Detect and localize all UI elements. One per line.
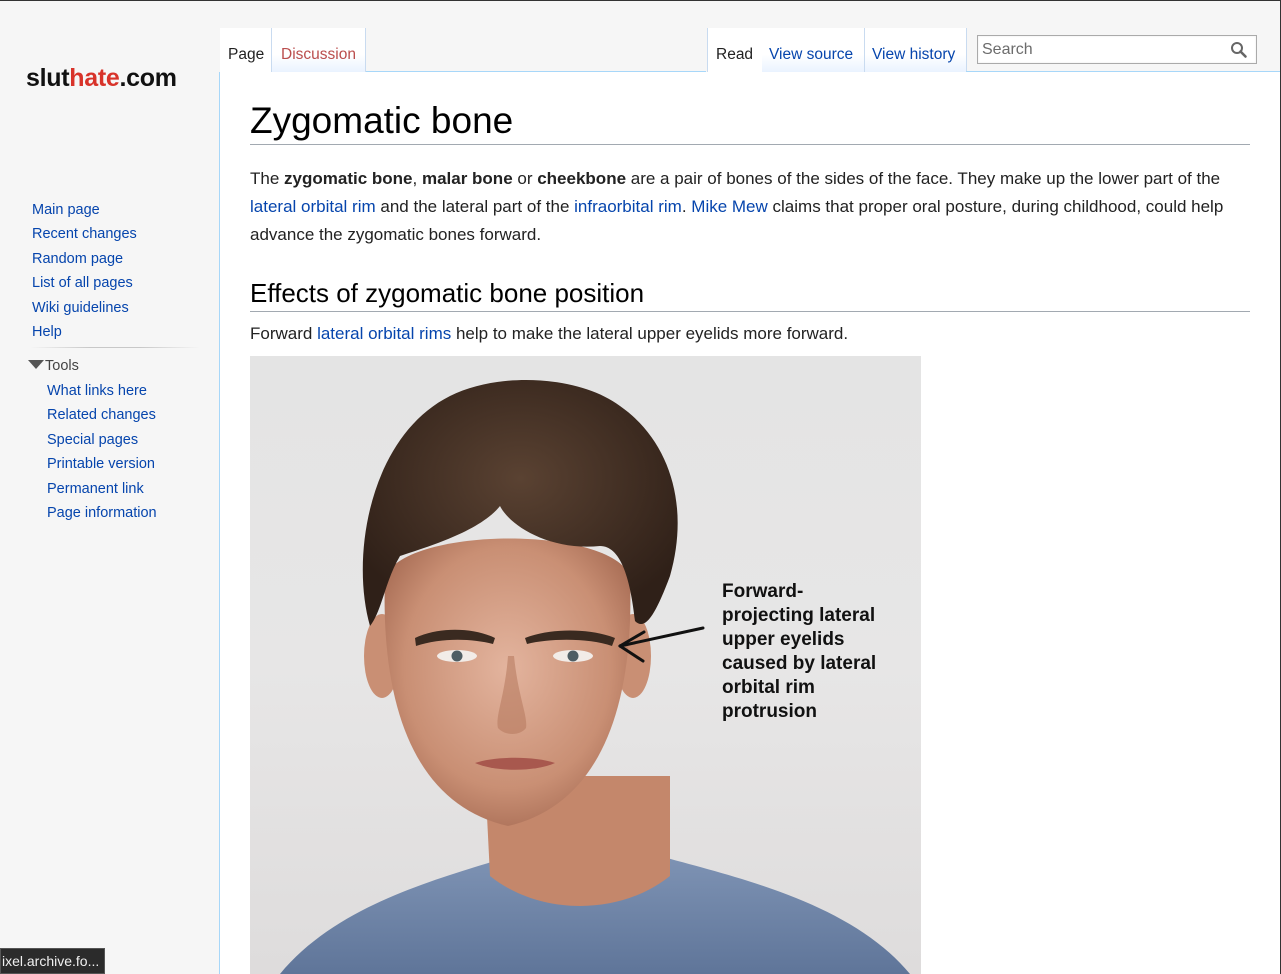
sidebar-item-recent-changes[interactable]: Recent changes <box>32 222 137 246</box>
tab-page[interactable]: Page <box>220 28 272 72</box>
annotation-line: upper eyelids <box>722 629 845 650</box>
bold-term: malar bone <box>421 169 513 188</box>
site-logo[interactable]: sluthate.com <box>26 64 177 93</box>
link-lateral-orbital-rim[interactable]: lateral orbital rim <box>250 197 376 216</box>
text: . <box>681 197 692 216</box>
tab-read-label: Read <box>716 45 754 63</box>
tools-item-what-links-here[interactable]: What links here <box>47 379 157 403</box>
tools-item-special-pages[interactable]: Special pages <box>47 428 157 452</box>
browser-status-bar: ixel.archive.fo... <box>0 948 105 974</box>
link-infraorbital-rim[interactable]: infraorbital rim <box>574 197 682 216</box>
bold-term: zygomatic bone <box>284 169 413 188</box>
text: and the lateral part of the <box>375 197 575 216</box>
search-icon[interactable] <box>1230 41 1248 59</box>
tools-item-permanent-link[interactable]: Permanent link <box>47 477 157 501</box>
tools-item-page-information[interactable]: Page information <box>47 501 157 525</box>
text: Forward <box>250 324 318 343</box>
text: , <box>412 169 422 188</box>
search-input[interactable] <box>978 36 1222 63</box>
logo-part-2: hate <box>69 64 120 92</box>
intro-paragraph: The zygomatic bone, malar bone or cheekb… <box>250 165 1255 249</box>
bold-term: cheekbone <box>537 169 627 188</box>
sidebar-item-random-page[interactable]: Random page <box>32 247 137 271</box>
sidebar-divider <box>30 347 200 348</box>
tools-item-printable-version[interactable]: Printable version <box>47 452 157 476</box>
logo-part-1: slut <box>26 64 70 92</box>
section-heading: Effects of zygomatic bone position <box>250 276 1250 312</box>
text: or <box>512 169 538 188</box>
annotation-line: caused by lateral <box>722 653 877 674</box>
sidebar-item-wiki-guidelines[interactable]: Wiki guidelines <box>32 296 137 320</box>
section-paragraph: Forward lateral orbital rims help to mak… <box>250 320 1255 348</box>
annotation-line: Forward- <box>722 581 804 602</box>
image-annotation-label: Forward- projecting lateral upper eyelid… <box>722 580 912 724</box>
link-mike-mew[interactable]: Mike Mew <box>691 197 768 216</box>
tab-view-history-label: View history <box>872 45 956 63</box>
annotation-line: orbital rim <box>722 677 815 698</box>
annotation-line: protrusion <box>722 701 817 722</box>
tools-item-related-changes[interactable]: Related changes <box>47 403 157 427</box>
text: The <box>250 169 285 188</box>
tab-read[interactable]: Read <box>707 28 763 72</box>
sidebar-navigation: Main page Recent changes Random page Lis… <box>32 198 137 344</box>
main-content: Zygomatic bone The zygomatic bone, malar… <box>219 72 1280 974</box>
article-image[interactable]: Forward- projecting lateral upper eyelid… <box>250 356 921 974</box>
sidebar-tools: What links here Related changes Special … <box>47 379 157 525</box>
sidebar-item-list-of-all-pages[interactable]: List of all pages <box>32 271 137 295</box>
tab-page-label: Page <box>228 45 265 63</box>
tools-heading: Tools <box>45 358 79 374</box>
annotation-line: projecting lateral <box>722 605 876 626</box>
tools-toggle[interactable]: Tools <box>28 358 79 374</box>
sidebar-item-help[interactable]: Help <box>32 320 137 344</box>
tab-discussion[interactable]: Discussion <box>272 28 366 72</box>
link-lateral-orbital-rims[interactable]: lateral orbital rims <box>317 324 451 343</box>
text: help to make the lateral upper eyelids m… <box>451 324 849 343</box>
search-box <box>977 35 1257 64</box>
tab-view-history[interactable]: View history <box>865 28 967 72</box>
tab-view-source-label: View source <box>769 45 854 63</box>
text: are a pair of bones of the sides of the … <box>626 169 1221 188</box>
tab-view-source[interactable]: View source <box>762 28 865 72</box>
tab-discussion-label: Discussion <box>281 45 356 63</box>
triangle-down-icon <box>28 360 44 369</box>
logo-part-3: .com <box>119 64 177 92</box>
sidebar-item-main-page[interactable]: Main page <box>32 198 137 222</box>
page-title: Zygomatic bone <box>250 100 1250 145</box>
